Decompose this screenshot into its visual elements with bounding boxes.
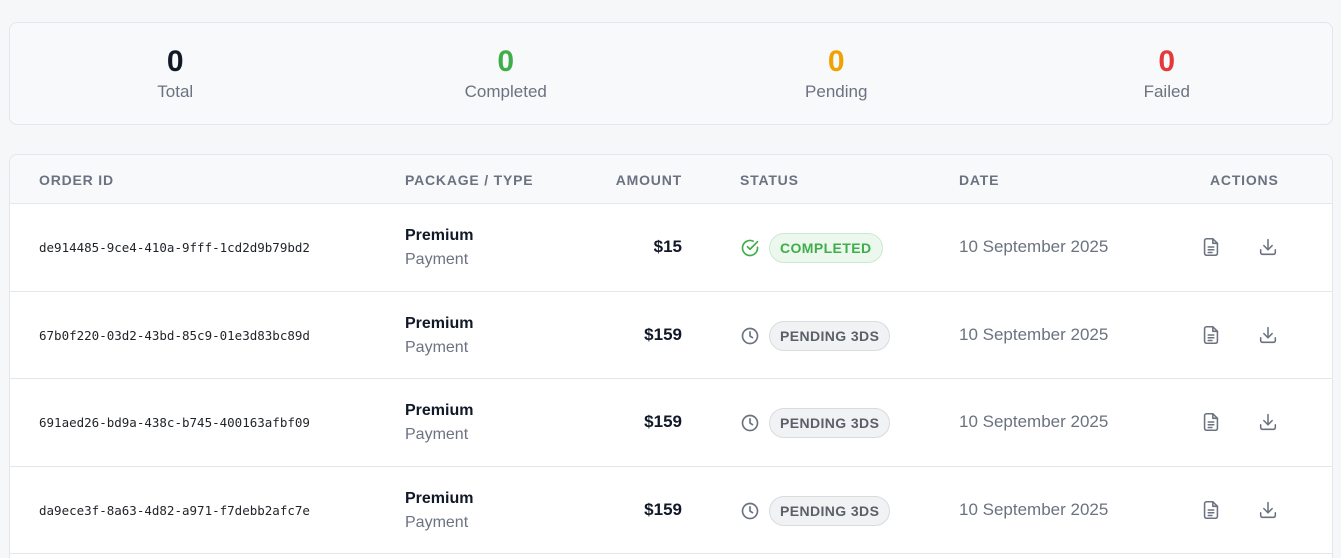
download-icon[interactable] — [1257, 499, 1279, 521]
status-badge: PENDING 3DS — [769, 495, 891, 526]
order-date: 10 September 2025 — [959, 324, 1109, 344]
package-name: Premium — [405, 489, 474, 507]
stat-failed: 0 Failed — [1002, 23, 1333, 124]
status-badge: PENDING 3DS — [769, 408, 891, 438]
stat-label: Completed — [464, 82, 547, 101]
stats-summary: 0 Total 0 Completed 0 Pending 0 Failed — [9, 22, 1333, 125]
table-row: de914485-9ce4-410a-9fff-1cd2d9b79bd2 Pre… — [10, 204, 1332, 292]
document-icon[interactable] — [1200, 499, 1222, 521]
header-package: PACKAGE / TYPE — [405, 172, 534, 188]
stat-value: 0 — [166, 45, 184, 78]
header-status: STATUS — [740, 172, 799, 188]
stat-pending: 0 Pending — [671, 23, 1002, 124]
package-type: Payment — [405, 426, 469, 443]
table-body: de914485-9ce4-410a-9fff-1cd2d9b79bd2 Pre… — [10, 204, 1332, 554]
check-circle-icon — [740, 238, 760, 258]
package-cell: Premium Payment — [405, 226, 473, 270]
amount: $159 — [644, 499, 682, 519]
download-icon[interactable] — [1257, 236, 1279, 258]
clock-icon — [740, 326, 760, 346]
document-icon[interactable] — [1200, 236, 1222, 258]
package-cell: Premium Payment — [405, 401, 473, 445]
stat-value: 0 — [497, 45, 515, 78]
table-row: 691aed26-bd9a-438c-b745-400163afbf09 Pre… — [10, 379, 1332, 467]
stat-value: 0 — [1158, 45, 1176, 78]
header-date: DATE — [959, 172, 1000, 188]
download-icon[interactable] — [1257, 324, 1279, 346]
package-type: Payment — [405, 251, 469, 268]
stat-total: 0 Total — [10, 23, 341, 124]
amount: $159 — [644, 324, 682, 344]
header-order-id: ORDER ID — [39, 172, 114, 188]
table-header: ORDER ID PACKAGE / TYPE AMOUNT STATUS DA… — [10, 155, 1332, 204]
package-cell: Premium Payment — [405, 314, 473, 358]
status-badge: COMPLETED — [769, 233, 883, 263]
stat-completed: 0 Completed — [341, 23, 672, 124]
package-name: Premium — [405, 402, 474, 419]
table-row: 67b0f220-03d2-43bd-85c9-01e3d83bc89d Pre… — [10, 292, 1332, 379]
package-cell: Premium Payment — [405, 489, 473, 533]
amount: $159 — [644, 412, 682, 431]
document-icon[interactable] — [1200, 324, 1222, 346]
order-date: 10 September 2025 — [959, 412, 1109, 431]
amount: $15 — [653, 237, 682, 256]
header-actions: ACTIONS — [1210, 172, 1279, 188]
order-id: de914485-9ce4-410a-9fff-1cd2d9b79bd2 — [39, 240, 310, 255]
status-badge: PENDING 3DS — [769, 320, 891, 351]
stat-label: Total — [157, 82, 194, 101]
orders-table: ORDER ID PACKAGE / TYPE AMOUNT STATUS DA… — [9, 154, 1333, 558]
order-date: 10 September 2025 — [959, 499, 1109, 519]
download-icon[interactable] — [1257, 411, 1279, 433]
header-amount: AMOUNT — [615, 172, 682, 188]
status-cell: COMPLETED — [740, 233, 883, 263]
stat-label: Pending — [805, 82, 868, 101]
status-cell: PENDING 3DS — [740, 320, 891, 351]
clock-icon — [740, 501, 760, 521]
status-cell: PENDING 3DS — [740, 495, 891, 526]
clock-icon — [740, 413, 760, 433]
stat-label: Failed — [1143, 82, 1190, 101]
order-id: 691aed26-bd9a-438c-b745-400163afbf09 — [39, 415, 310, 430]
package-name: Premium — [405, 314, 474, 332]
stat-value: 0 — [827, 45, 845, 78]
package-type: Payment — [405, 513, 469, 531]
document-icon[interactable] — [1200, 411, 1222, 433]
table-row: da9ece3f-8a63-4d82-a971-f7debb2afc7e Pre… — [10, 467, 1332, 554]
order-id: da9ece3f-8a63-4d82-a971-f7debb2afc7e — [39, 502, 310, 518]
package-type: Payment — [405, 338, 469, 356]
order-id: 67b0f220-03d2-43bd-85c9-01e3d83bc89d — [39, 327, 310, 343]
status-cell: PENDING 3DS — [740, 408, 891, 438]
package-name: Premium — [405, 227, 474, 244]
order-date: 10 September 2025 — [959, 237, 1109, 256]
